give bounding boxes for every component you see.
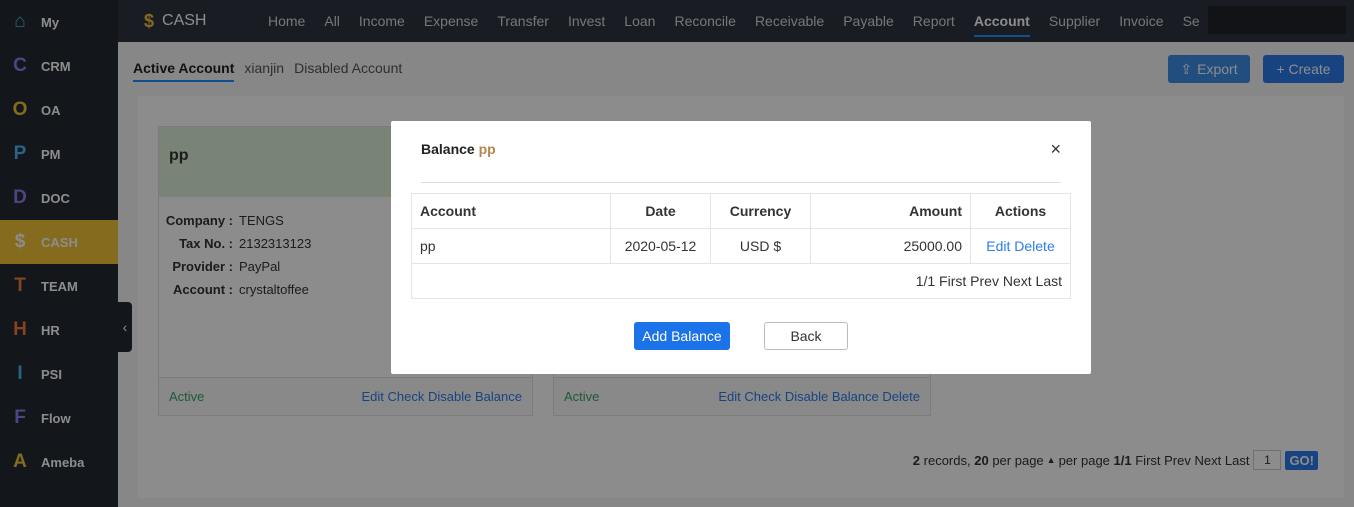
- balance-modal: Balance pp × Account Date Currency Amoun…: [391, 121, 1091, 374]
- cell-actions: Edit Delete: [970, 228, 1071, 264]
- column-header: Date: [610, 193, 711, 229]
- cell-currency: USD $: [710, 228, 811, 264]
- last-page-link[interactable]: Last: [1036, 273, 1062, 289]
- cell-account: pp: [411, 228, 611, 264]
- delete-link[interactable]: Delete: [1014, 238, 1054, 254]
- table-header-row: Account Date Currency Amount Actions: [411, 193, 1071, 229]
- column-header: Currency: [710, 193, 811, 229]
- close-icon[interactable]: ×: [1050, 139, 1061, 160]
- edit-link[interactable]: Edit: [986, 238, 1010, 254]
- column-header: Actions: [970, 193, 1071, 229]
- modal-title-text: Balance: [421, 141, 475, 157]
- column-header: Amount: [810, 193, 971, 229]
- add-balance-button[interactable]: Add Balance: [634, 322, 730, 350]
- cell-date: 2020-05-12: [610, 228, 711, 264]
- table-pager-row: 1/1 First Prev Next Last: [411, 263, 1071, 299]
- table-pagination: 1/1 First Prev Next Last: [411, 263, 1071, 299]
- modal-divider: [421, 182, 1061, 183]
- table-row: pp 2020-05-12 USD $ 25000.00 Edit Delete: [411, 228, 1071, 264]
- cell-amount: 25000.00: [810, 228, 971, 264]
- modal-account-name: pp: [478, 141, 496, 157]
- page-indicator: 1/1: [915, 273, 936, 289]
- next-page-link[interactable]: Next: [1003, 273, 1032, 289]
- first-page-link[interactable]: First: [939, 273, 966, 289]
- back-button[interactable]: Back: [764, 322, 848, 350]
- modal-title: Balance pp: [421, 141, 496, 157]
- balance-table: Account Date Currency Amount Actions pp …: [411, 193, 1071, 299]
- column-header: Account: [411, 193, 611, 229]
- prev-page-link[interactable]: Prev: [970, 273, 999, 289]
